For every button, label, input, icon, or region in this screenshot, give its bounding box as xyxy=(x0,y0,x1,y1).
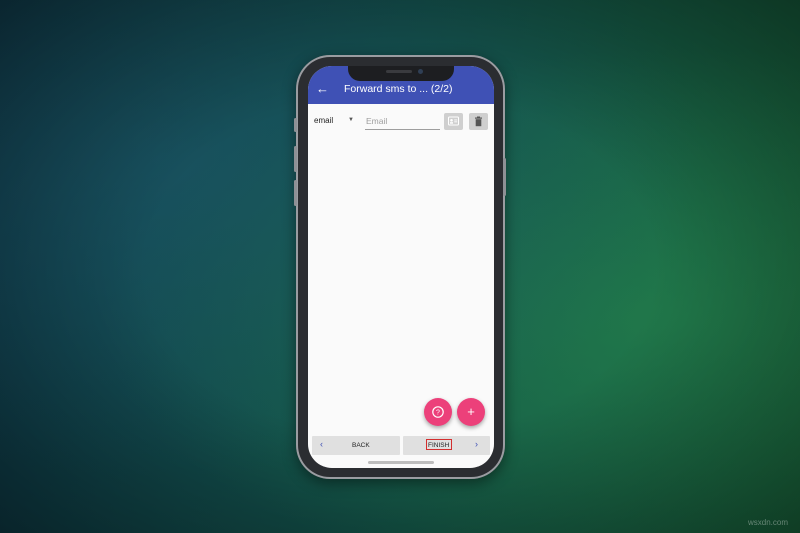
recipient-type-select[interactable]: email ▼ xyxy=(314,116,354,125)
trash-icon xyxy=(475,116,482,127)
recipient-type-value: email xyxy=(314,116,334,125)
watermark: wsxdn.com xyxy=(747,518,788,527)
arrow-left-icon[interactable]: ← xyxy=(316,82,329,95)
wizard-nav-bar: ‹ BACK FINISH › xyxy=(308,436,494,457)
phone-side-button-volume-down xyxy=(294,180,297,206)
app-bar: ← Forward sms to ... (2/2) xyxy=(308,66,494,104)
finish-button[interactable]: FINISH › xyxy=(403,436,490,455)
delete-recipient-button[interactable] xyxy=(469,113,488,130)
recipient-row: email ▼ xyxy=(308,110,494,134)
chevron-right-icon: › xyxy=(475,439,478,449)
phone-screen: ← Forward sms to ... (2/2) email ▼ Email… xyxy=(308,66,494,468)
email-input[interactable] xyxy=(365,113,440,130)
chevron-left-icon: ‹ xyxy=(320,439,323,449)
add-recipient-fab[interactable]: + xyxy=(457,398,485,426)
phone-notch xyxy=(348,66,454,81)
plus-icon: + xyxy=(467,404,475,419)
home-indicator xyxy=(368,461,434,464)
page-title: Forward sms to ... (2/2) xyxy=(344,83,453,95)
front-camera xyxy=(418,69,423,74)
svg-text:?: ? xyxy=(436,410,440,417)
finish-button-label: FINISH xyxy=(428,442,450,449)
phone-side-button-volume-up xyxy=(294,146,297,172)
dropdown-caret-icon: ▼ xyxy=(348,117,354,123)
help-fab[interactable]: ? xyxy=(424,398,452,426)
phone-side-button-silent xyxy=(294,118,297,132)
back-button[interactable]: ‹ BACK xyxy=(312,436,400,455)
speaker-grille xyxy=(386,70,412,73)
back-button-label: BACK xyxy=(352,442,370,449)
help-circle-icon: ? xyxy=(432,406,444,418)
contact-picker-button[interactable] xyxy=(444,113,463,130)
phone-side-button-power xyxy=(503,158,506,196)
contact-card-icon xyxy=(448,116,459,126)
